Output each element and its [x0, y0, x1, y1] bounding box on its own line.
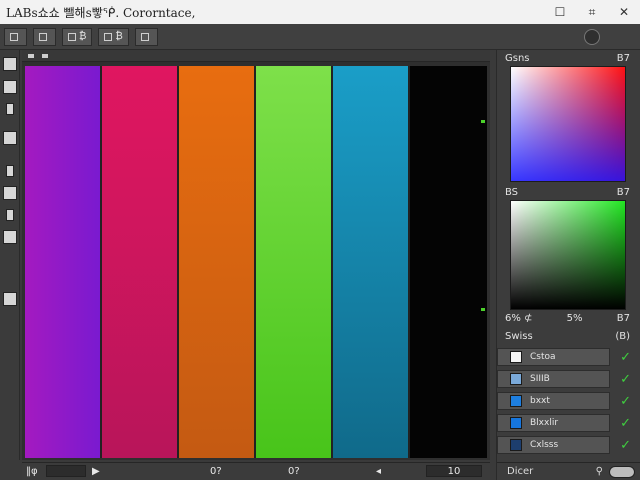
footer-label: Dicer [507, 466, 534, 477]
zoom-field[interactable]: 10 [426, 465, 482, 477]
layers-label: Swiss [505, 330, 533, 342]
text-tool-icon[interactable] [2, 186, 17, 200]
purple-swatch[interactable] [25, 66, 102, 458]
eyedropper-tool-icon[interactable] [5, 165, 14, 177]
status-bar: ‖φ ▶ 0? 0? ◂ 10 [22, 462, 490, 480]
picker-value: B7 [616, 186, 630, 198]
main-toolbar: ₿ ₿ [0, 24, 640, 50]
picker-footer: 6% ⊄ 5% B7 [497, 310, 640, 326]
status-value: 0? [288, 466, 300, 477]
picker-footer-b: 5% [566, 312, 583, 324]
check-icon[interactable]: ✓ [620, 372, 631, 387]
toolbar-button-panel[interactable] [134, 27, 158, 46]
ruler-mark [42, 53, 48, 58]
toolbar-button-grid[interactable]: ₿ [62, 27, 93, 46]
pen-tool-icon[interactable] [5, 209, 14, 221]
toolbar-label: ₿ [115, 31, 123, 42]
layers-value: (B) [615, 330, 630, 342]
status-field[interactable] [46, 465, 86, 477]
grid-icon [68, 32, 76, 41]
fill-tool-icon[interactable] [2, 131, 17, 145]
hue-color-picker[interactable] [510, 66, 626, 182]
list-item[interactable]: Cxlsss ✓ [497, 436, 631, 454]
window-title: LABs쇼쇼 뺄해ѕ빻ᖀ. Cororntace, [6, 5, 196, 20]
layers-list: Cstoa ✓ SIIIB ✓ bxxt ✓ Blxxlir ✓ Cxlsss … [497, 348, 640, 454]
square-icon [10, 32, 18, 41]
select-tool-icon[interactable] [2, 80, 17, 94]
title-bar: LABs쇼쇼 뺄해ѕ빻ᖀ. Cororntace, ☐ ⌗ ✕ [0, 0, 640, 24]
ruler-mark [28, 53, 34, 58]
shape-tool-icon[interactable] [2, 230, 17, 244]
check-icon[interactable]: ✓ [620, 350, 631, 365]
layer-name: Cstoa [530, 352, 556, 362]
check-icon[interactable]: ✓ [620, 438, 631, 453]
ruler [22, 50, 490, 62]
status-value: 0? [210, 466, 222, 477]
list-item[interactable]: Cstoa ✓ [497, 348, 631, 366]
layer-thumbnail [510, 439, 522, 451]
toolbar-button-layers[interactable] [33, 27, 56, 46]
picker-header: Gsns B7 [497, 50, 640, 66]
panel-footer: Dicer ⚲ [497, 462, 640, 480]
list-item[interactable]: SIIIB ✓ [497, 370, 631, 388]
canvas[interactable] [25, 66, 487, 458]
layer-name: Cxlsss [530, 440, 559, 450]
guide-mark [481, 308, 485, 311]
move-tool-icon[interactable] [2, 57, 17, 71]
list-item[interactable]: Blxxlir ✓ [497, 414, 631, 432]
guide-mark [481, 120, 485, 123]
status-label: ‖φ [26, 466, 38, 477]
footer-icon[interactable]: ⚲ [596, 466, 603, 477]
toolbar-label: ₿ [79, 31, 87, 42]
play-icon[interactable]: ▶ [92, 466, 100, 477]
orange-swatch[interactable] [179, 66, 256, 458]
picker-value: B7 [616, 52, 630, 64]
layer-thumbnail [510, 395, 522, 407]
black-swatch[interactable] [410, 66, 487, 458]
layer-thumbnail [510, 351, 522, 363]
toggle-knob[interactable] [609, 465, 635, 478]
color-panel: Gsns B7 BS B7 6% ⊄ 5% B7 Swiss (B) Cstoa… [496, 50, 640, 480]
close-button[interactable]: ✕ [608, 0, 640, 24]
green-swatch[interactable] [256, 66, 333, 458]
picker-footer-value: B7 [616, 312, 630, 324]
picker-footer-a: 6% ⊄ [505, 312, 533, 324]
list-item[interactable]: bxxt ✓ [497, 392, 631, 410]
minimize-button[interactable]: ☐ [544, 0, 576, 24]
green-color-picker[interactable] [510, 200, 626, 310]
toolbar-button-table[interactable]: ₿ [98, 27, 129, 46]
red-swatch[interactable] [102, 66, 179, 458]
toolbar-button-square[interactable] [4, 27, 27, 46]
layer-name: Blxxlir [530, 418, 559, 428]
zoom-tool-icon[interactable] [2, 292, 17, 306]
color-wheel-icon[interactable] [584, 28, 600, 45]
blue-swatch[interactable] [333, 66, 410, 458]
layer-name: bxxt [530, 396, 550, 406]
layer-thumbnail [510, 373, 522, 385]
brush-tool-icon[interactable] [5, 103, 14, 115]
tools-sidebar [0, 50, 20, 460]
layer-name: SIIIB [530, 374, 550, 384]
picker-label: BS [505, 186, 519, 198]
canvas-area [22, 50, 490, 460]
layers-header: Swiss (B) [497, 328, 640, 344]
restore-button[interactable]: ⌗ [576, 0, 608, 24]
picker-header: BS B7 [497, 184, 640, 200]
check-icon[interactable]: ✓ [620, 416, 631, 431]
panel-icon [140, 32, 149, 41]
table-icon [104, 32, 113, 41]
layer-thumbnail [510, 417, 522, 429]
check-icon[interactable]: ✓ [620, 394, 631, 409]
picker-label: Gsns [505, 52, 530, 64]
status-arrow-icon[interactable]: ◂ [376, 466, 381, 477]
layers-icon [39, 32, 47, 41]
